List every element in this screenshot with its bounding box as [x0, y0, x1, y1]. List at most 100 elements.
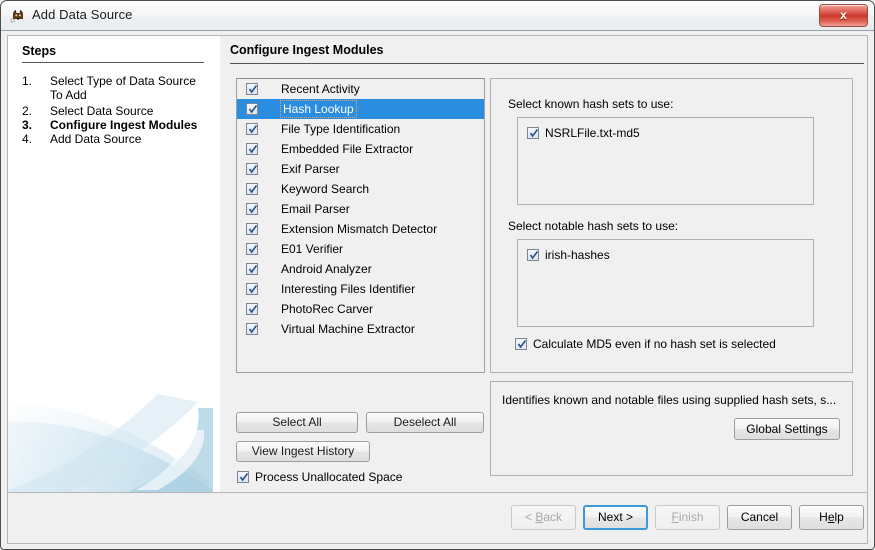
checkbox-icon[interactable] — [246, 123, 258, 135]
ingest-module-row[interactable]: File Type Identification — [237, 119, 484, 139]
module-checkbox-cell[interactable] — [237, 159, 277, 179]
checkbox-icon[interactable] — [246, 243, 258, 255]
ingest-module-row[interactable]: Hash Lookup — [237, 99, 484, 119]
module-checkbox-cell[interactable] — [237, 219, 277, 239]
checkbox-icon[interactable] — [246, 163, 258, 175]
help-button-label: Help — [819, 510, 844, 524]
step-label: Add Data Source — [50, 132, 142, 146]
module-checkbox-cell[interactable] — [237, 279, 277, 299]
module-checkbox-cell[interactable] — [237, 259, 277, 279]
step-number: 3. — [22, 118, 33, 132]
notable-hash-sets-list[interactable]: irish-hashes — [517, 239, 814, 327]
ingest-module-row[interactable]: Android Analyzer — [237, 259, 484, 279]
finish-button-label: Finish — [671, 510, 704, 524]
module-label: Extension Mismatch Detector — [281, 222, 438, 236]
module-label: Embedded File Extractor — [281, 142, 414, 156]
checkbox-icon[interactable] — [246, 103, 258, 115]
ingest-module-row[interactable]: E01 Verifier — [237, 239, 484, 259]
select-all-button[interactable]: Select All — [236, 412, 358, 433]
module-checkbox-cell[interactable] — [237, 99, 277, 119]
checkbox-icon[interactable] — [246, 203, 258, 215]
checkbox-icon[interactable] — [246, 283, 258, 295]
next-button[interactable]: Next > — [583, 505, 648, 530]
steps-divider — [22, 62, 204, 63]
dialog-window: Add Data Source x Steps 1. Select Type o… — [0, 0, 875, 550]
close-button[interactable]: x — [819, 4, 868, 27]
process-unallocated-space-label: Process Unallocated Space — [255, 470, 403, 484]
notable-hash-set-label: irish-hashes — [545, 248, 610, 262]
module-checkbox-cell[interactable] — [237, 299, 277, 319]
hash-lookup-settings-panel: Select known hash sets to use: NSRLFile.… — [490, 78, 853, 373]
known-hash-sets-list[interactable]: NSRLFile.txt-md5 — [517, 117, 814, 205]
ingest-module-row[interactable]: Virtual Machine Extractor — [237, 319, 484, 339]
ingest-module-row[interactable]: Embedded File Extractor — [237, 139, 484, 159]
ingest-module-list[interactable]: Recent Activity Hash Lookup File Type Iden… — [236, 78, 485, 373]
module-checkbox-cell[interactable] — [237, 179, 277, 199]
module-checkbox-cell[interactable] — [237, 239, 277, 259]
next-button-label: Next > — [597, 510, 633, 524]
steps-panel: Steps 1. Select Type of Data Source To Ad… — [8, 36, 220, 492]
page-title-divider — [230, 63, 864, 64]
window-title: Add Data Source — [32, 7, 133, 22]
module-label: Hash Lookup — [280, 100, 357, 118]
deselect-all-button[interactable]: Deselect All — [366, 412, 484, 433]
ingest-module-row[interactable]: Keyword Search — [237, 179, 484, 199]
notable-hash-sets-label: Select notable hash sets to use: — [508, 219, 679, 233]
module-description-text: Identifies known and notable files using… — [502, 393, 837, 407]
module-checkbox-cell[interactable] — [237, 199, 277, 219]
ingest-module-row[interactable]: Interesting Files Identifier — [237, 279, 484, 299]
module-checkbox-cell[interactable] — [237, 319, 277, 339]
ingest-module-row[interactable]: Recent Activity — [237, 79, 484, 99]
module-label: PhotoRec Carver — [281, 302, 374, 316]
module-label: Interesting Files Identifier — [281, 282, 416, 296]
page-title: Configure Ingest Modules — [230, 43, 384, 57]
module-description-panel: Identifies known and notable files using… — [490, 381, 853, 476]
checkbox-icon — [527, 249, 539, 261]
title-bar: Add Data Source x — [1, 1, 874, 31]
module-checkbox-cell[interactable] — [237, 119, 277, 139]
wizard-button-bar: < Back Next > Finish Cancel Help — [7, 493, 868, 544]
dialog-content: Steps 1. Select Type of Data Source To Ad… — [7, 35, 868, 493]
back-button-label: < Back — [524, 510, 563, 524]
checkbox-icon[interactable] — [246, 83, 258, 95]
module-label: File Type Identification — [281, 122, 401, 136]
module-label: Virtual Machine Extractor — [281, 322, 415, 336]
view-ingest-history-button[interactable]: View Ingest History — [236, 441, 370, 462]
module-label: E01 Verifier — [281, 242, 344, 256]
module-label: Email Parser — [281, 202, 350, 216]
decorative-swoosh-graphic — [8, 394, 213, 492]
known-hash-set-label: NSRLFile.txt-md5 — [545, 126, 640, 140]
calculate-md5-label: Calculate MD5 even if no hash set is sel… — [533, 337, 776, 351]
checkbox-icon — [515, 338, 527, 350]
module-label: Exif Parser — [281, 162, 340, 176]
checkbox-icon[interactable] — [246, 143, 258, 155]
checkbox-icon[interactable] — [246, 263, 258, 275]
step-label: Configure Ingest Modules — [50, 118, 198, 132]
module-checkbox-cell[interactable] — [237, 79, 277, 99]
finish-button[interactable]: Finish — [655, 505, 720, 530]
cancel-button[interactable]: Cancel — [727, 505, 792, 530]
ingest-module-row[interactable]: PhotoRec Carver — [237, 299, 484, 319]
steps-heading: Steps — [22, 44, 57, 58]
module-label: Recent Activity — [281, 82, 360, 96]
step-number: 4. — [22, 132, 33, 146]
checkbox-icon[interactable] — [246, 223, 258, 235]
step-number: 1. — [22, 74, 33, 88]
module-checkbox-cell[interactable] — [237, 139, 277, 159]
back-button[interactable]: < Back — [511, 505, 576, 530]
help-button[interactable]: Help — [799, 505, 864, 530]
step-label: Select Data Source — [50, 104, 154, 118]
autopsy-logo-icon — [10, 9, 23, 23]
ingest-module-row[interactable]: Email Parser — [237, 199, 484, 219]
checkbox-icon — [237, 471, 249, 483]
checkbox-icon[interactable] — [246, 303, 258, 315]
ingest-module-row[interactable]: Extension Mismatch Detector — [237, 219, 484, 239]
main-panel: Configure Ingest Modules Recent Activity… — [220, 36, 867, 492]
ingest-module-row[interactable]: Exif Parser — [237, 159, 484, 179]
step-number: 2. — [22, 104, 33, 118]
checkbox-icon[interactable] — [246, 183, 258, 195]
checkbox-icon[interactable] — [246, 323, 258, 335]
cancel-button-label: Cancel — [740, 510, 779, 524]
global-settings-button[interactable]: Global Settings — [734, 418, 840, 440]
module-label: Keyword Search — [281, 182, 370, 196]
